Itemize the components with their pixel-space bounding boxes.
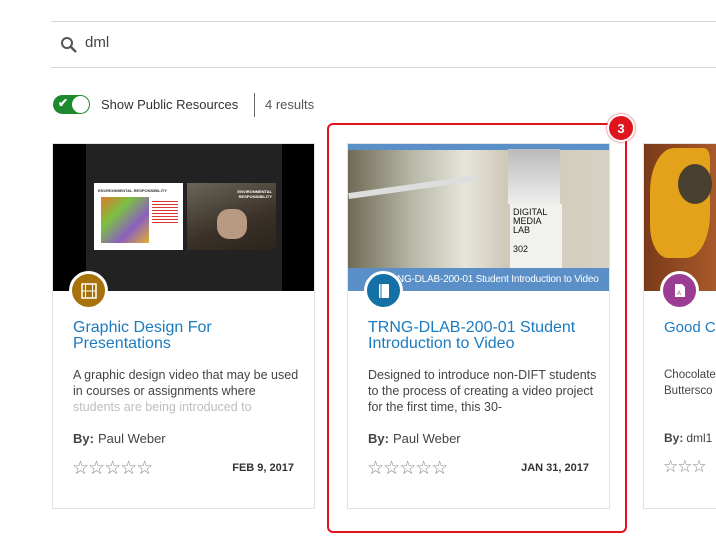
card-description: Chocolate Buttersco — [664, 369, 716, 397]
card-date: FEB 9, 2017 — [232, 462, 294, 474]
resource-card[interactable]: A Good C Chocolate Buttersco By: dml1 ☆☆☆ — [643, 143, 716, 509]
toggle-label: Show Public Resources — [101, 97, 239, 112]
film-icon — [69, 271, 108, 310]
card-thumbnail — [644, 144, 716, 291]
show-public-resources-toggle[interactable]: ✔ — [53, 95, 90, 114]
divider — [254, 93, 255, 117]
star-rating[interactable]: ☆☆☆ — [663, 457, 716, 477]
search-bar[interactable] — [51, 22, 716, 68]
star-rating[interactable]: ☆☆☆☆☆ — [72, 457, 153, 480]
highlight-box — [327, 123, 627, 533]
svg-text:A: A — [677, 291, 681, 297]
card-author: By: dml1 — [664, 431, 713, 445]
search-input[interactable] — [85, 34, 385, 51]
card-title[interactable]: Good C — [664, 320, 716, 336]
resource-card[interactable]: ENVIRONMENTAL RESPONSIBILITY ENVIRONMENT… — [52, 143, 315, 509]
highlight-badge: 3 — [607, 114, 635, 142]
search-icon — [61, 37, 77, 53]
divider — [51, 67, 716, 68]
thumb-text: ENVIRONMENTAL RESPONSIBILITY — [98, 188, 167, 193]
thumb-text: ENVIRONMENTAL RESPONSIBILITY — [237, 189, 272, 199]
check-icon: ✔ — [58, 96, 69, 110]
card-title[interactable]: Graphic Design For Presentations — [73, 320, 303, 352]
card-description: A graphic design video that may be used … — [73, 368, 299, 414]
card-thumbnail: ENVIRONMENTAL RESPONSIBILITY ENVIRONMENT… — [53, 144, 314, 291]
card-author: By: Paul Weber — [73, 431, 166, 446]
results-count: 4 results — [265, 97, 315, 112]
document-icon: A — [660, 271, 699, 310]
